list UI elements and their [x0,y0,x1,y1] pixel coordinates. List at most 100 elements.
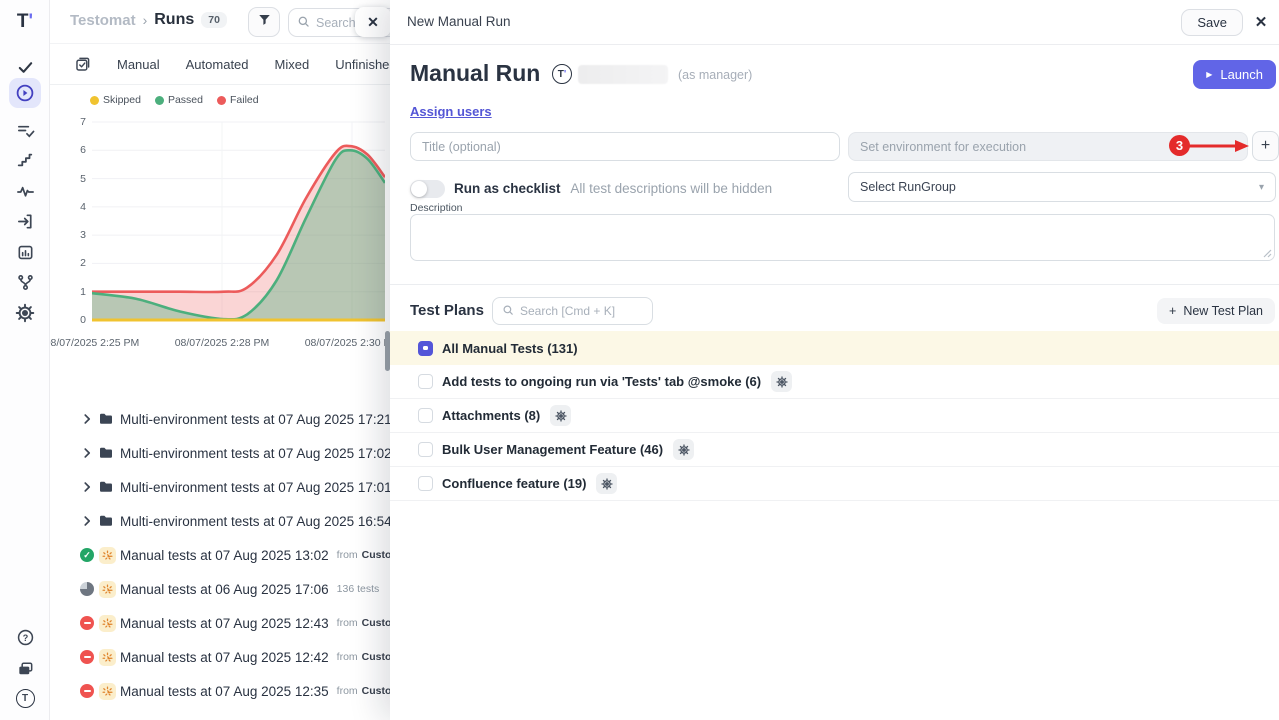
plan-settings-gear-icon[interactable] [550,405,571,426]
plan-settings-gear-icon[interactable] [673,439,694,460]
runs-play-icon[interactable] [0,80,50,106]
annotation-arrow [1185,139,1251,153]
analytics-icon[interactable] [0,239,50,265]
chevron-right-icon[interactable] [80,412,94,426]
search-icon [502,304,514,319]
list-item[interactable]: Manual tests at 06 Aug 2025 17:06 136 te… [50,572,390,606]
runs-panel: Testomat › Runs 70 Search ✕ Manual Autom… [50,0,390,720]
test-plan-checkbox[interactable] [418,476,433,491]
tab-mixed[interactable]: Mixed [275,57,310,72]
manual-run-icon [99,547,116,564]
y-tick-label: 0 [50,314,86,326]
new-test-plan-button[interactable]: + New Test Plan [1157,298,1275,324]
add-environment-button[interactable]: + [1252,131,1279,161]
legend-item: Passed [155,94,203,106]
folder-icon [98,479,114,495]
list-item[interactable]: Manual tests at 07 Aug 2025 12:43 fromCu… [50,606,390,640]
list-item[interactable]: Multi-environment tests at 07 Aug 2025 1… [50,402,390,436]
test-plan-checkbox[interactable] [418,374,433,389]
settings-gear-icon[interactable] [0,300,50,326]
list-item[interactable]: Multi-environment tests at 07 Aug 2025 1… [50,504,390,538]
assign-users-link[interactable]: Assign users [410,104,492,119]
manual-run-icon [99,615,116,632]
y-tick-label: 5 [50,173,86,185]
test-plans-search-input[interactable]: Search [Cmd + K] [492,297,653,325]
drawer-title: New Manual Run [407,14,511,29]
test-plan-label: Bulk User Management Feature (46) [442,442,663,457]
test-plan-row[interactable]: Add tests to ongoing run via 'Tests' tab… [390,365,1279,399]
chevron-right-icon[interactable] [80,480,94,494]
test-plan-checkbox[interactable] [418,408,433,423]
run-label: Manual tests at 07 Aug 2025 12:42 [120,650,329,665]
x-tick-label: 08/07/2025 2:28 PM [175,337,270,349]
close-icon[interactable]: ✕ [1251,12,1271,32]
toggle-label: Run as checklist [454,181,561,196]
run-as-checklist-toggle[interactable] [410,180,445,198]
y-tick-label: 4 [50,201,86,213]
test-plan-label: All Manual Tests (131) [442,341,578,356]
svg-text:?: ? [22,632,28,642]
test-plan-label: Attachments (8) [442,408,540,423]
run-label: Multi-environment tests at 07 Aug 2025 1… [120,412,392,427]
test-plan-row[interactable]: Confluence feature (19) [390,467,1279,501]
plan-settings-gear-icon[interactable] [771,371,792,392]
profile-avatar[interactable]: T [0,685,50,711]
filter-button[interactable] [248,7,280,37]
list-item[interactable]: Manual tests at 07 Aug 2025 12:35 fromCu… [50,674,390,708]
help-icon[interactable]: ? [0,624,50,650]
tasks-check-icon[interactable] [0,54,50,80]
plan-settings-gear-icon[interactable] [596,473,617,494]
steps-icon[interactable] [0,147,50,173]
tab-automated[interactable]: Automated [186,57,249,72]
checklist-icon[interactable] [0,117,50,143]
test-plan-checkbox[interactable] [418,442,433,457]
branches-icon[interactable] [0,269,50,295]
close-search-button[interactable]: ✕ [355,7,391,37]
title-input[interactable] [410,132,840,161]
folder-icon [98,445,114,461]
chevron-right-icon[interactable] [80,446,94,460]
description-textarea[interactable] [410,214,1275,261]
save-button[interactable]: Save [1181,9,1243,36]
y-tick-label: 1 [50,286,86,298]
y-tick-label: 7 [50,116,86,128]
legend-dot [90,96,99,105]
run-label: Manual tests at 07 Aug 2025 13:02 [120,548,329,563]
search-placeholder: Search [316,16,356,30]
test-plan-label: Add tests to ongoing run via 'Tests' tab… [442,374,761,389]
tab-unfinished[interactable]: Unfinished [335,57,396,72]
launch-button[interactable]: ▶ Launch [1193,60,1276,89]
runs-count-badge: 70 [201,12,227,28]
manual-run-icon [99,649,116,666]
tab-manual[interactable]: Manual [117,57,160,72]
status-icon [80,548,94,562]
run-label: Manual tests at 07 Aug 2025 12:35 [120,684,329,699]
legend-dot [155,96,164,105]
list-item[interactable]: Manual tests at 07 Aug 2025 13:02 fromCu… [50,538,390,572]
test-plan-row[interactable]: Attachments (8) [390,399,1279,433]
test-plan-row[interactable]: Bulk User Management Feature (46) [390,433,1279,467]
select-all-icon[interactable] [74,56,91,73]
folder-icon [98,513,114,529]
run-label: Manual tests at 07 Aug 2025 12:43 [120,616,329,631]
projects-icon[interactable] [0,655,50,681]
resize-handle[interactable] [1263,249,1272,258]
rungroup-select[interactable]: Select RunGroup ▾ [848,172,1276,202]
pulse-icon[interactable] [0,178,50,204]
app-logo[interactable]: T [0,9,50,35]
chevron-right-icon[interactable] [80,514,94,528]
list-item[interactable]: Multi-environment tests at 07 Aug 2025 1… [50,436,390,470]
test-plan-row[interactable]: All Manual Tests (131) [390,331,1279,365]
runs-tabs: Manual Automated Mixed Unfinished [50,44,390,85]
run-label: Multi-environment tests at 07 Aug 2025 1… [120,480,392,495]
status-icon [80,582,94,596]
list-item[interactable]: Multi-environment tests at 07 Aug 2025 1… [50,470,390,504]
breadcrumb-page[interactable]: Runs [154,11,194,29]
test-plan-checkbox[interactable] [418,341,433,356]
list-item[interactable]: Manual tests at 07 Aug 2025 12:42 fromCu… [50,640,390,674]
chart-legend: SkippedPassedFailed [90,94,259,106]
import-icon[interactable] [0,208,50,234]
breadcrumb-app[interactable]: Testomat [70,12,136,29]
legend-item: Skipped [90,94,141,106]
legend-dot [217,96,226,105]
